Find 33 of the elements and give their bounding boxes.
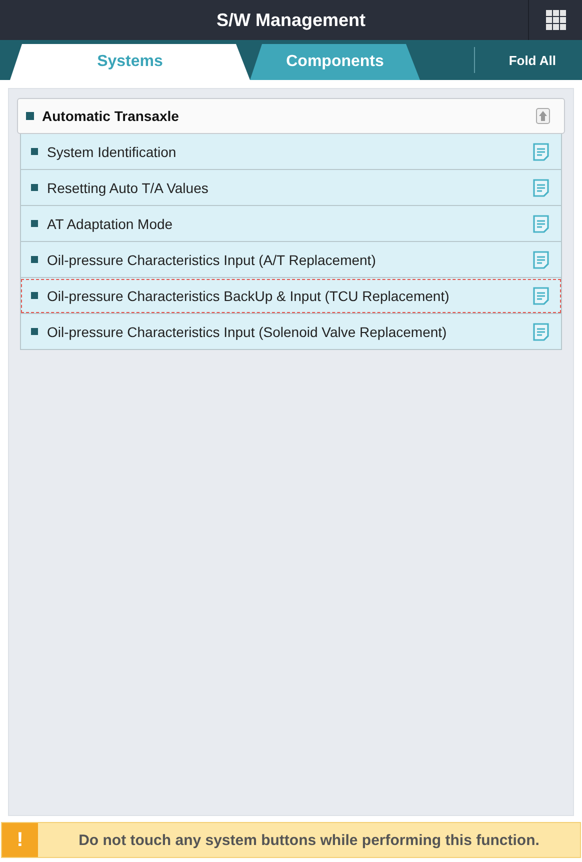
list-item[interactable]: System Identification — [20, 134, 562, 170]
grid-icon — [546, 10, 566, 30]
document-icon — [533, 250, 549, 268]
square-icon — [31, 328, 38, 335]
list-item[interactable]: Oil-pressure Characteristics Input (A/T Replacement) — [20, 242, 562, 278]
item-label: AT Adaptation Mode — [47, 216, 174, 232]
collapse-icon[interactable] — [536, 108, 550, 124]
window-title: S/W Management — [215, 10, 367, 30]
document-icon — [533, 214, 549, 232]
square-icon — [31, 256, 38, 263]
list-item[interactable]: Oil-pressure Characteristics BackUp & Input (TCU Replacement) — [20, 278, 562, 314]
item-label: Resetting Auto T/A Values — [47, 180, 210, 196]
list-item[interactable]: Oil-pressure Characteristics Input (Solenoid Valve Replacement) — [20, 314, 562, 350]
item-label: Oil-pressure Characteristics BackUp & Input (TCU Replacement) — [47, 288, 450, 304]
document-icon — [533, 178, 549, 196]
group-title: Automatic Transaxle — [42, 108, 180, 124]
item-label: Oil-pressure Characteristics Input (A/T Replacement) — [47, 252, 377, 268]
warning-mark: ! — [2, 823, 38, 857]
square-icon — [31, 292, 38, 299]
item-label: System Identification — [47, 144, 178, 160]
warning-text: Do not touch any system buttons while performing this function. — [78, 832, 540, 848]
list-item[interactable]: Resetting Auto T/A Values — [20, 170, 562, 206]
square-icon — [31, 148, 38, 155]
document-icon — [533, 142, 549, 160]
square-icon — [26, 112, 34, 120]
list-item[interactable]: AT Adaptation Mode — [20, 206, 562, 242]
document-icon — [533, 322, 549, 340]
document-icon — [533, 286, 549, 304]
group-header[interactable]: Automatic Transaxle — [17, 98, 565, 134]
square-icon — [31, 184, 38, 191]
square-icon — [31, 220, 38, 227]
fold-all-button[interactable]: Fold All — [474, 47, 582, 73]
item-label: Oil-pressure Characteristics Input (Solenoid Valve Replacement) — [47, 324, 448, 340]
